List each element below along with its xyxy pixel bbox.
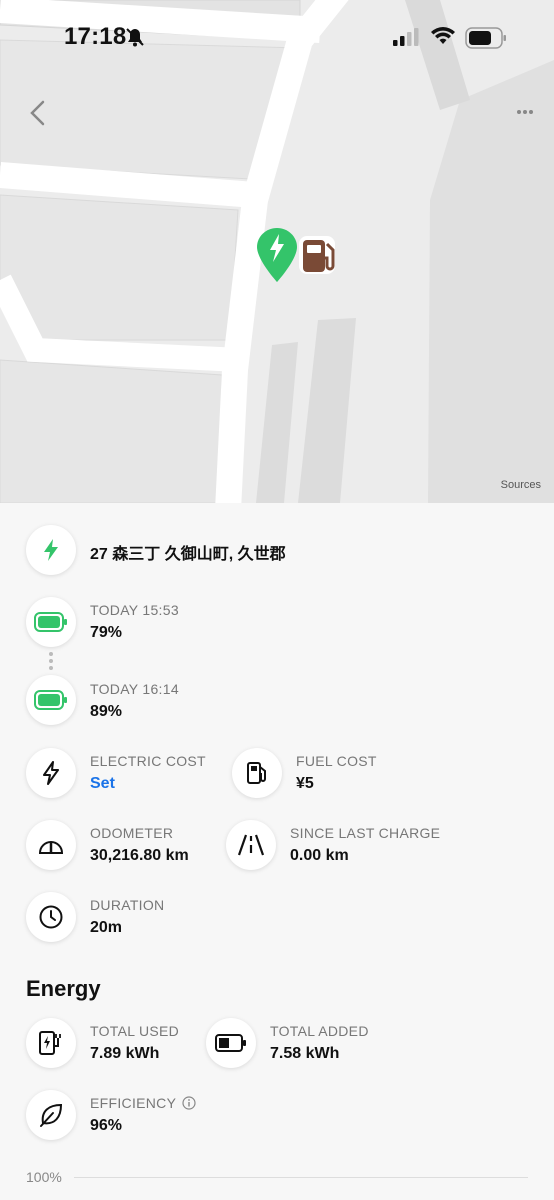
fuel-cost-label: FUEL COST <box>296 753 377 769</box>
set-electric-cost-link[interactable]: Set <box>90 775 115 793</box>
charge-end-percent: 89% <box>90 703 123 720</box>
odometer-icon <box>26 820 76 870</box>
efficiency-label: EFFICIENCY <box>90 1095 177 1111</box>
fuel-pump-icon <box>232 748 282 798</box>
total-used-label: TOTAL USED <box>90 1023 180 1039</box>
battery-start-icon <box>26 597 76 647</box>
map-view[interactable]: 17:18 Sources <box>0 0 554 503</box>
since-last-charge-label: SINCE LAST CHARGE <box>290 825 441 841</box>
charge-start-percent: 79% <box>90 624 123 641</box>
battery-end-icon <box>26 675 76 725</box>
odometer-label: ODOMETER <box>90 825 174 841</box>
charger-plug-icon <box>26 1018 76 1068</box>
status-bar: 17:18 <box>0 0 554 80</box>
clock-icon <box>26 892 76 942</box>
chart-gridline <box>74 1177 528 1178</box>
location-address: 27 森三丁 久御山町, 久世郡 <box>90 546 286 563</box>
charge-end-time: TODAY 16:14 <box>90 681 179 697</box>
info-icon[interactable] <box>182 1096 196 1115</box>
charge-location-icon <box>26 525 76 575</box>
since-last-charge-value: 0.00 km <box>290 847 349 864</box>
map-sources-link[interactable]: Sources <box>501 479 541 491</box>
more-options-button[interactable] <box>508 100 542 124</box>
leaf-icon <box>26 1090 76 1140</box>
back-button[interactable] <box>24 98 54 128</box>
fuel-cost-value: ¥5 <box>296 775 314 792</box>
duration-value: 20m <box>90 919 123 936</box>
duration-label: DURATION <box>90 897 165 913</box>
total-added-value: 7.58 kWh <box>270 1045 340 1062</box>
charge-start-time: TODAY 15:53 <box>90 602 179 618</box>
odometer-value: 30,216.80 km <box>90 847 189 864</box>
energy-section-title: Energy <box>26 976 101 1001</box>
chart-axis-label: 100% <box>26 1169 62 1185</box>
electric-cost-label: ELECTRIC COST <box>90 753 206 769</box>
electric-bolt-icon <box>26 748 76 798</box>
status-time: 17:18 <box>64 23 127 50</box>
total-used-value: 7.89 kWh <box>90 1045 160 1062</box>
total-added-label: TOTAL ADDED <box>270 1023 369 1039</box>
efficiency-value: 96% <box>90 1117 123 1134</box>
battery-added-icon <box>206 1018 256 1068</box>
road-icon <box>226 820 276 870</box>
timeline-connector <box>49 652 53 673</box>
